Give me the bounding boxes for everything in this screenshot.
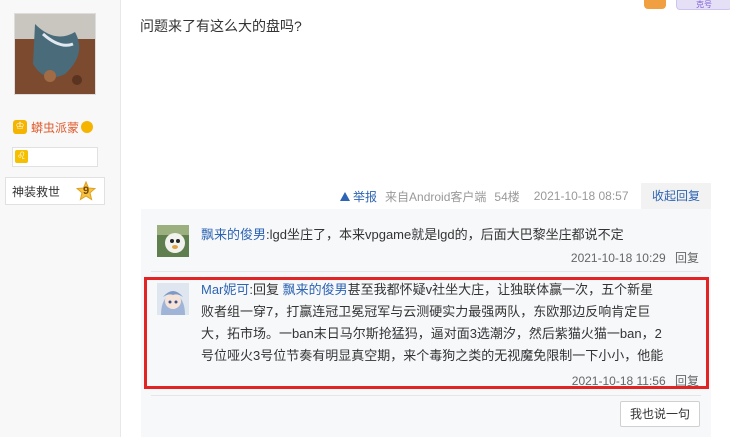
reply-time: 2021-10-18 10:29 — [570, 251, 666, 265]
reply-divider — [151, 395, 701, 396]
author-name[interactable]: 蟒虫派蒙 — [31, 119, 79, 136]
constellation-badge: ♌ — [12, 147, 98, 167]
leo-icon: ♌ — [15, 150, 28, 163]
level-badge[interactable]: 神装救世 9 — [5, 177, 105, 205]
reply-content: 飘来的俊男:lgd坐庄了，本来vpgame就是lgd的，后面大巴黎坐庄都说不定 — [201, 224, 699, 246]
add-reply-button[interactable]: 我也说一句 — [620, 401, 700, 427]
report-label[interactable]: 举报 — [353, 188, 377, 205]
reply-avatar[interactable] — [157, 225, 189, 257]
author-sidebar: ♔ 蟒虫派蒙 ♌ 神装救世 9 — [0, 0, 121, 437]
post-content: 问题来了有这么大的盘吗? — [140, 18, 302, 34]
vip-badge-icon: ♔ — [13, 120, 27, 134]
post-source: 来自Android客户端 — [385, 189, 487, 204]
highlight-box — [144, 277, 709, 389]
post-time: 2021-10-18 08:57 — [533, 189, 629, 203]
gift-icon[interactable] — [644, 0, 666, 9]
report-link[interactable]: 举报 — [340, 188, 377, 205]
collapse-replies-button[interactable]: 收起回复 — [641, 183, 711, 209]
reply-username[interactable]: 飘来的俊男 — [201, 227, 266, 242]
level-title: 神装救世 — [12, 184, 61, 199]
reply-button[interactable]: 回复 — [675, 251, 699, 265]
emoji-icon — [81, 121, 94, 133]
warning-icon — [340, 191, 350, 201]
level-number: 9 — [82, 185, 90, 197]
top-tag-button[interactable]: 克号 — [676, 0, 730, 10]
reply-item: 飘来的俊男:lgd坐庄了，本来vpgame就是lgd的，后面大巴黎坐庄都说不定 … — [141, 209, 711, 269]
post-floor: 54楼 — [494, 189, 520, 204]
author-name-row[interactable]: ♔ 蟒虫派蒙 — [13, 118, 94, 136]
reply-divider — [151, 271, 701, 272]
reply-body: lgd坐庄了，本来vpgame就是lgd的，后面大巴黎坐庄都说不定 — [269, 227, 624, 242]
author-avatar[interactable] — [14, 13, 96, 95]
reply-footer: 2021-10-18 10:29 回复 — [571, 249, 699, 266]
